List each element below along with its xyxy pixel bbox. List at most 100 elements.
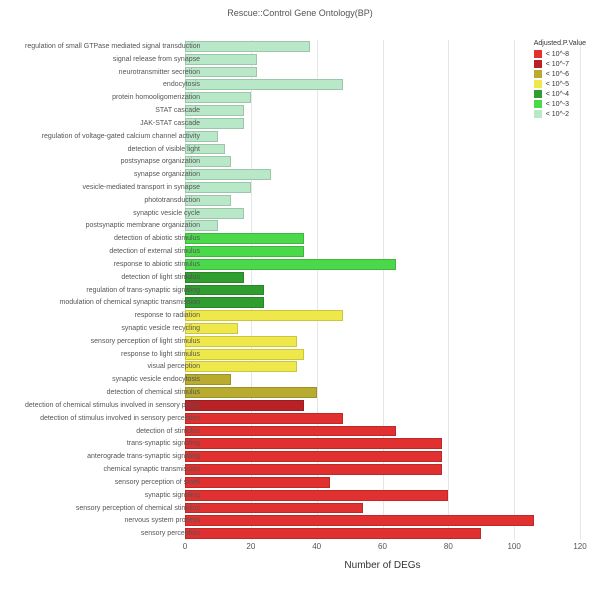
bar-label: nervous system process [25, 515, 200, 526]
legend-swatch [534, 90, 542, 98]
legend-item: < 10^-3 [534, 100, 586, 108]
bar-label: synaptic vesicle endocytosis [25, 374, 200, 385]
bar-row [185, 426, 396, 437]
bar-label: phototransduction [25, 195, 200, 206]
bar [185, 477, 330, 488]
bar [185, 515, 534, 526]
legend-label: < 10^-6 [546, 71, 569, 78]
bar-label: detection of stimulus involved in sensor… [25, 413, 200, 424]
bar-row [185, 503, 363, 514]
bar-label: sensory perception of smell [25, 477, 200, 488]
bar-row [185, 361, 297, 372]
bar [185, 310, 343, 321]
legend-swatch [534, 80, 542, 88]
legend-item: < 10^-6 [534, 70, 586, 78]
bar-label: regulation of trans-synaptic signaling [25, 285, 200, 296]
legend-items: < 10^-8 < 10^-7 < 10^-6 < 10^-5 < 10^-4 < 10^… [534, 50, 586, 118]
bar-label: signal release from synapse [25, 54, 200, 65]
bar-label: response to radiation [25, 310, 200, 321]
bar-label: detection of chemical stimulus involved … [25, 400, 200, 411]
bar-row [185, 387, 317, 398]
x-axis-title: Number of DEGs [185, 560, 580, 571]
bar-row [185, 259, 396, 270]
bar [185, 246, 304, 257]
legend: Adjusted.P.Value < 10^-8< 10^-7< 10^-6< … [534, 40, 586, 120]
bar-label: response to light stimulus [25, 349, 200, 360]
bar-row [185, 438, 442, 449]
bar [185, 490, 448, 501]
bar [185, 528, 481, 539]
legend-item: < 10^-4 [534, 90, 586, 98]
legend-label: < 10^-7 [546, 61, 569, 68]
bar-label: anterograde trans-synaptic signaling [25, 451, 200, 462]
legend-item: < 10^-2 [534, 110, 586, 118]
legend-label: < 10^-8 [546, 51, 569, 58]
bar-label: synaptic vesicle cycle [25, 208, 200, 219]
bar-row [185, 233, 304, 244]
bar-label: response to abiotic stimulus [25, 259, 200, 270]
bar-label: sensory perception of light stimulus [25, 336, 200, 347]
legend-swatch [534, 50, 542, 58]
legend-title: Adjusted.P.Value [534, 40, 586, 47]
bar [185, 259, 396, 270]
legend-item: < 10^-5 [534, 80, 586, 88]
bar-row [185, 515, 534, 526]
bar-label: protein homooligomerization [25, 92, 200, 103]
bar-label: synaptic signaling [25, 490, 200, 501]
bar-label: STAT cascade [25, 105, 200, 116]
bar [185, 336, 297, 347]
bar-label: endocytosis [25, 79, 200, 90]
bar-label: regulation of voltage-gated calcium chan… [25, 131, 200, 142]
bar [185, 400, 304, 411]
legend-label: < 10^-2 [546, 111, 569, 118]
bar [185, 387, 317, 398]
bar-label: detection of abiotic stimulus [25, 233, 200, 244]
legend-swatch [534, 100, 542, 108]
bar-row [185, 413, 343, 424]
bar [185, 349, 304, 360]
bar-label: postsynapse organization [25, 156, 200, 167]
bar-row [185, 477, 330, 488]
bar [185, 233, 304, 244]
bar-label: modulation of chemical synaptic transmis… [25, 297, 200, 308]
bar-row [185, 79, 343, 90]
bar [185, 438, 442, 449]
bar [185, 361, 297, 372]
bar [185, 79, 343, 90]
bar-row [185, 246, 304, 257]
legend-item: < 10^-8 [534, 50, 586, 58]
legend-swatch [534, 60, 542, 68]
legend-item: < 10^-7 [534, 60, 586, 68]
bar-label: synapse organization [25, 169, 200, 180]
bar-label: visual perception [25, 361, 200, 372]
bar-label: postsynaptic membrane organization [25, 220, 200, 231]
bar-row [185, 336, 297, 347]
bar-label: detection of external stimulus [25, 246, 200, 257]
bar-row [185, 451, 442, 462]
bar-row [185, 400, 304, 411]
bar-label: chemical synaptic transmission [25, 464, 200, 475]
bar [185, 413, 343, 424]
bar-row [185, 310, 343, 321]
legend-label: < 10^-3 [546, 101, 569, 108]
bar-label: detection of light stimulus [25, 272, 200, 283]
x-tick-label: 100 [507, 542, 520, 551]
bar-label: synaptic vesicle recycling [25, 323, 200, 334]
bar-row [185, 528, 481, 539]
bar-label: JAK-STAT cascade [25, 118, 200, 129]
bar-label: detection of chemical stimulus [25, 387, 200, 398]
bar [185, 41, 310, 52]
bar-label: detection of visible light [25, 144, 200, 155]
legend-swatch [534, 110, 542, 118]
bar [185, 426, 396, 437]
bar-row [185, 349, 304, 360]
bar-row [185, 464, 442, 475]
legend-label: < 10^-5 [546, 81, 569, 88]
x-tick-label: 0 [183, 542, 187, 551]
plot-area: Number of DEGs 020406080100120 [185, 40, 580, 540]
x-tick-label: 80 [444, 542, 453, 551]
bar-label: neurotransmitter secretion [25, 67, 200, 78]
legend-swatch [534, 70, 542, 78]
bar-label: sensory perception [25, 528, 200, 539]
legend-label: < 10^-4 [546, 91, 569, 98]
